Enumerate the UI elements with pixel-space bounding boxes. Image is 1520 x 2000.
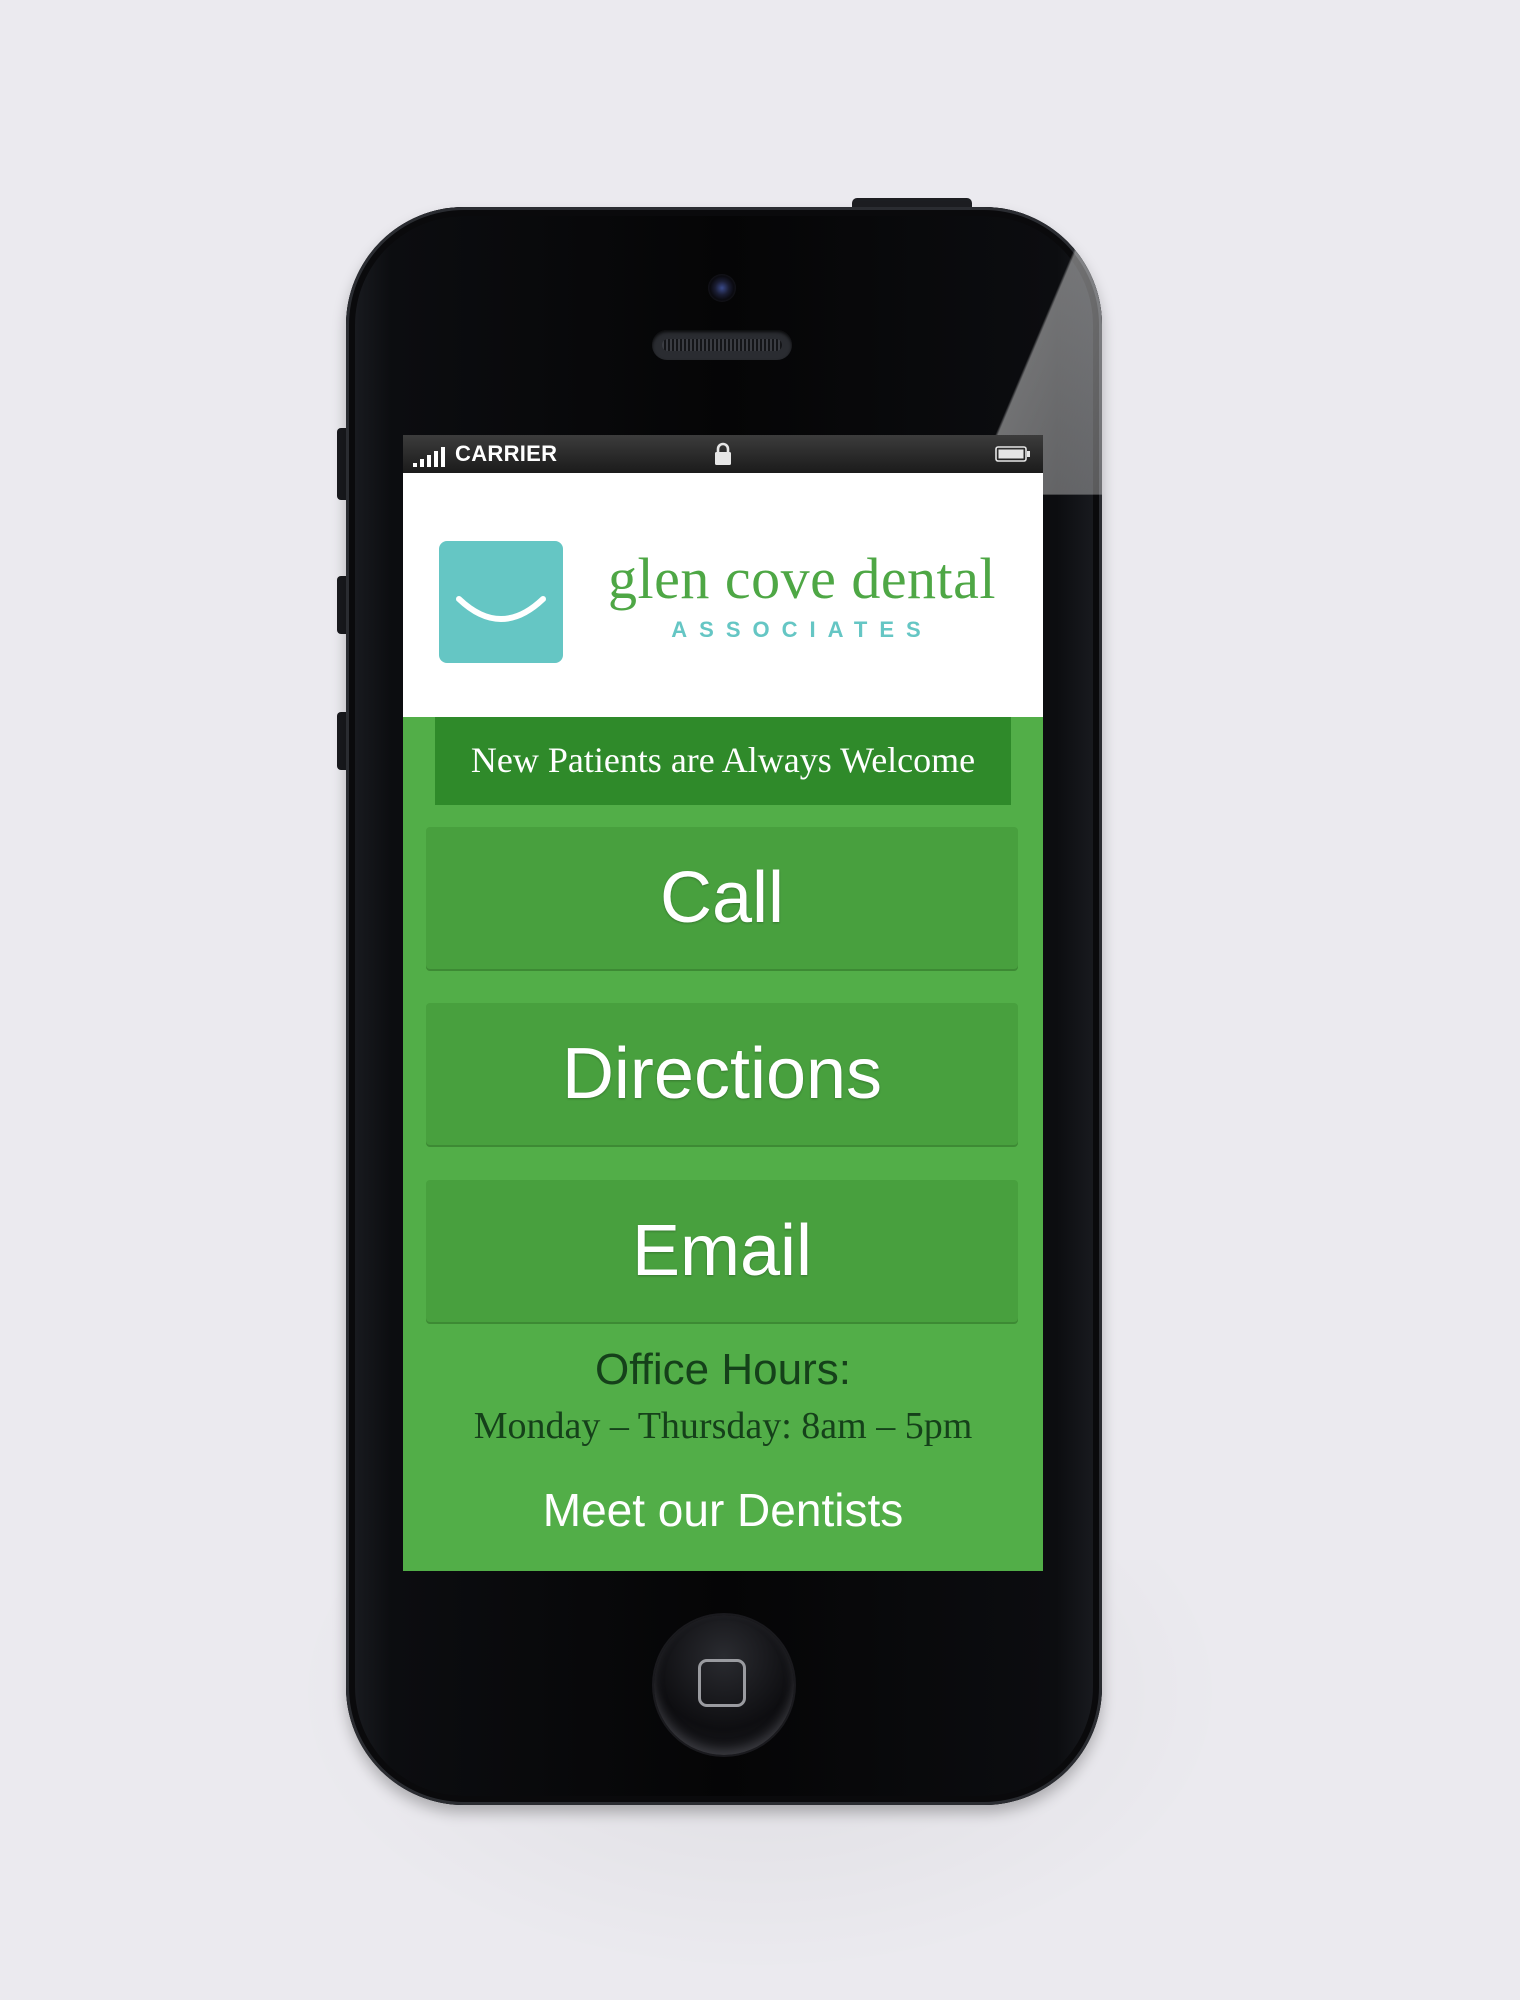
office-hours-title: Office Hours: [595, 1345, 851, 1394]
carrier-name: CARRIER [455, 441, 558, 466]
battery-icon [995, 446, 1030, 462]
home-button[interactable] [654, 1615, 794, 1755]
status-bar: CARRIER [403, 435, 1043, 473]
directions-button[interactable]: Directions [426, 1003, 1018, 1145]
earpiece-speaker [652, 330, 792, 360]
smile-logo-icon[interactable] [439, 541, 563, 663]
phone-screen: CARRIER glen cove dental ASSOCIATES New … [403, 435, 1043, 1571]
welcome-banner: New Patients are Always Welcome [435, 717, 1011, 805]
brand-name: glen cove dental [607, 546, 997, 611]
site-header: glen cove dental ASSOCIATES [403, 473, 1043, 717]
home-square-icon [698, 1659, 746, 1707]
lock-icon [715, 442, 731, 465]
meet-dentists-link[interactable]: Meet our Dentists [403, 1483, 1043, 1537]
signal-bars-icon [413, 447, 445, 467]
front-camera [708, 274, 736, 302]
call-button[interactable]: Call [426, 827, 1018, 969]
brand-subtitle: ASSOCIATES [671, 617, 933, 642]
office-hours-schedule: Monday – Thursday: 8am – 5pm [473, 1405, 973, 1447]
email-button[interactable]: Email [426, 1180, 1018, 1322]
